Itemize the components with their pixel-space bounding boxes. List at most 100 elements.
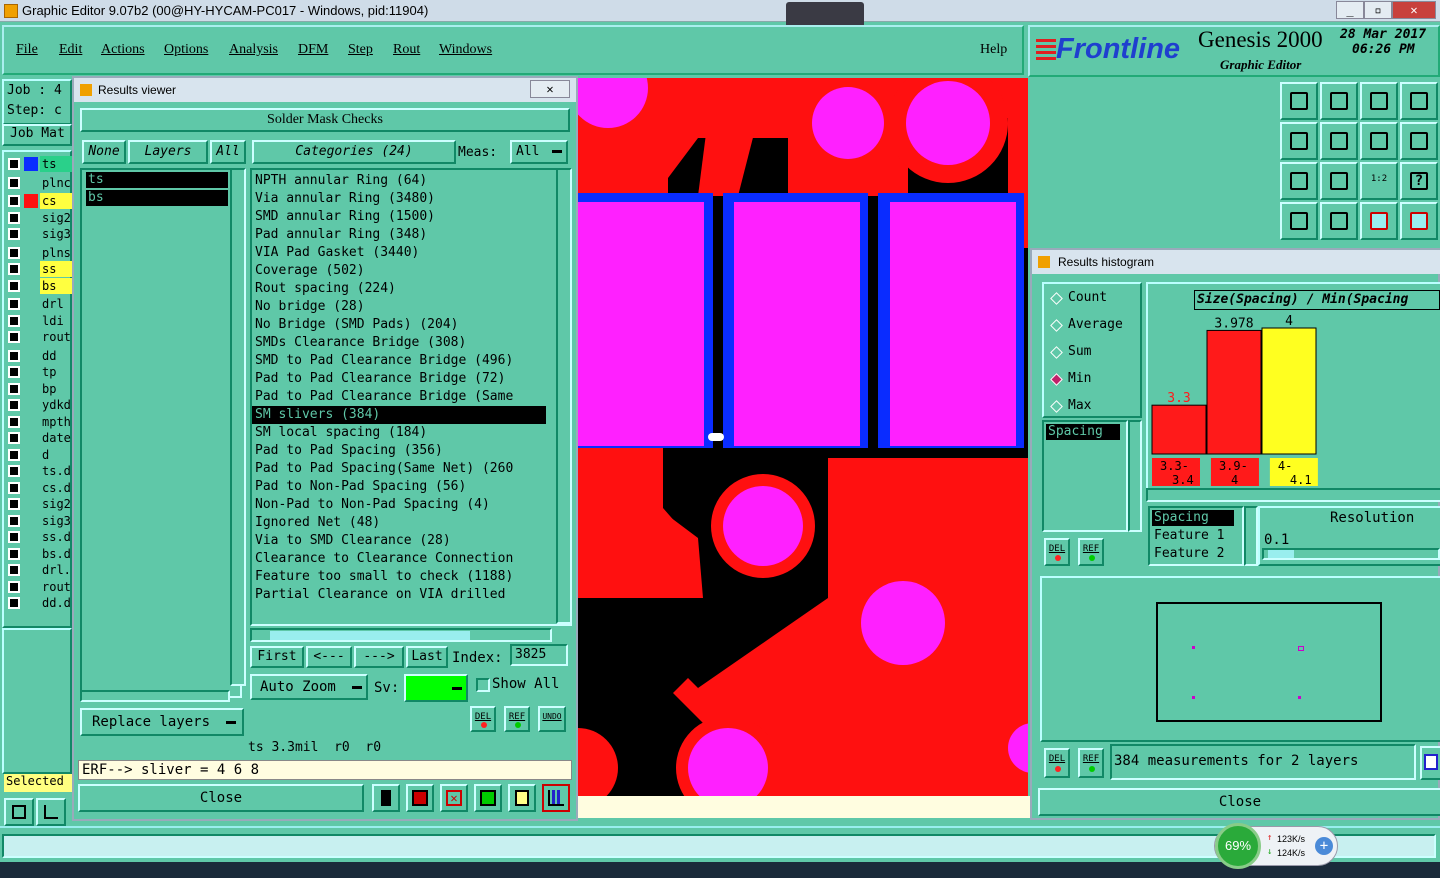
histogram-bar[interactable]	[1206, 329, 1262, 455]
none-button[interactable]: None	[82, 140, 126, 164]
home-button[interactable]	[1280, 82, 1318, 120]
layer-checkbox[interactable]	[8, 564, 20, 576]
layer-checkbox[interactable]	[8, 415, 20, 428]
layer-row-9[interactable]: ldi	[6, 313, 70, 329]
layer-checkbox[interactable]	[8, 298, 20, 310]
close-window-button[interactable]: ✕	[1392, 1, 1436, 19]
next-button[interactable]: --->	[354, 646, 404, 668]
layer-checkbox[interactable]	[8, 279, 20, 292]
cycle-button[interactable]	[1400, 122, 1438, 160]
layer-checkbox[interactable]	[8, 158, 20, 170]
category-item[interactable]: Pad to Pad Spacing(Same Net) (260	[252, 460, 546, 478]
layer-checkbox[interactable]	[8, 176, 20, 189]
last-button[interactable]: Last	[406, 646, 448, 668]
settings-button[interactable]	[1280, 202, 1318, 240]
mode-radio-count[interactable]: Count	[1048, 290, 1138, 308]
pcb-canvas[interactable]	[578, 78, 1028, 796]
layer-checkbox[interactable]	[8, 382, 20, 395]
layer-row-13[interactable]: bp	[6, 381, 70, 397]
category-item[interactable]: SMD to Pad Clearance Bridge (496)	[252, 352, 546, 370]
center-button[interactable]	[1320, 162, 1358, 200]
layer-row-20[interactable]: sig2	[6, 496, 71, 512]
layer-list-item[interactable]: bs	[86, 190, 228, 206]
layer-checkbox[interactable]	[8, 498, 20, 510]
window-button[interactable]	[1400, 82, 1438, 120]
import-button[interactable]	[1280, 122, 1318, 160]
category-item[interactable]: Pad annular Ring (348)	[252, 226, 546, 244]
attr-list-vscroll[interactable]	[1244, 506, 1258, 566]
scale-button[interactable]: 1:2	[1360, 162, 1398, 200]
layer-checkbox[interactable]	[8, 211, 20, 224]
layer-list-vscroll[interactable]	[230, 168, 246, 686]
tool-button[interactable]	[1320, 202, 1358, 240]
layer-checkbox[interactable]	[8, 547, 20, 560]
category-item[interactable]: Pad to Pad Clearance Bridge (72)	[252, 370, 546, 388]
categories-hscroll[interactable]	[250, 628, 552, 642]
layer-checkbox[interactable]	[8, 514, 20, 527]
category-item[interactable]: Feature too small to check (1188)	[252, 568, 546, 586]
layer-list-item[interactable]: ts	[86, 172, 228, 188]
menu-step[interactable]: Step	[348, 42, 373, 58]
menu-options[interactable]: Options	[164, 42, 208, 58]
report-icon-button[interactable]	[508, 784, 536, 812]
hist-ref-button-2[interactable]: REF	[1078, 748, 1104, 778]
help-button[interactable]: ?	[1400, 162, 1438, 200]
layer-checkbox[interactable]	[8, 246, 20, 259]
meas-dropdown[interactable]: All	[510, 140, 568, 164]
category-item[interactable]: SMD annular Ring (1500)	[252, 208, 546, 226]
layer-row-6[interactable]: ss	[6, 261, 72, 277]
results-viewer-close-icon[interactable]: ✕	[530, 80, 570, 98]
mode-radio-min[interactable]: Min	[1048, 371, 1138, 389]
layer-row-24[interactable]: drl.	[6, 562, 71, 578]
category-item[interactable]: SM local spacing (184)	[252, 424, 546, 442]
resolution-slider[interactable]	[1262, 548, 1440, 560]
menu-file[interactable]: File	[16, 42, 38, 58]
category-item[interactable]: No Bridge (SMD Pads) (204)	[252, 316, 546, 334]
undo-button[interactable]: UNDO	[538, 706, 566, 732]
category-item[interactable]: Via to SMD Clearance (28)	[252, 532, 546, 550]
menu-analysis[interactable]: Analysis	[229, 42, 278, 58]
category-item[interactable]: Rout spacing (224)	[252, 280, 546, 298]
layers-red-button[interactable]	[1400, 202, 1438, 240]
category-item[interactable]: Pad to Non-Pad Spacing (56)	[252, 478, 546, 496]
category-item[interactable]: Via annular Ring (3480)	[252, 190, 546, 208]
fit-button[interactable]	[1280, 162, 1318, 200]
layer-row-23[interactable]: bs.d	[6, 546, 71, 562]
layer-row-18[interactable]: ts.d	[6, 463, 71, 479]
layers-button[interactable]	[1360, 202, 1398, 240]
layer-checkbox[interactable]	[8, 399, 20, 411]
categories-list[interactable]: NPTH annular Ring (64) Via annular Ring (…	[250, 168, 572, 626]
menu-dfm[interactable]: DFM	[298, 42, 328, 58]
layer-checkbox[interactable]	[8, 263, 20, 275]
house-button[interactable]	[1360, 82, 1398, 120]
measure-list[interactable]: Spacing	[1042, 420, 1128, 532]
layer-row-16[interactable]: date	[6, 430, 71, 446]
histogram-bar[interactable]	[1151, 404, 1207, 455]
layer-checkbox[interactable]	[8, 531, 20, 543]
layer-row-3[interactable]: sig2	[6, 210, 71, 226]
hist-del-button[interactable]: DEL	[1044, 538, 1070, 566]
attr-list-item[interactable]: Feature 2	[1152, 546, 1234, 562]
menu-actions[interactable]: Actions	[101, 42, 145, 58]
category-item[interactable]: Coverage (502)	[252, 262, 546, 280]
auto-zoom-dropdown[interactable]: Auto Zoom	[250, 674, 368, 700]
attr-list-item[interactable]: Feature 1	[1152, 528, 1234, 544]
delete-marker-icon-button[interactable]: ✕	[440, 784, 468, 812]
layer-row-1[interactable]: plnc	[6, 175, 71, 191]
layer-checkbox[interactable]	[8, 432, 20, 444]
show-feature-icon-button[interactable]	[372, 784, 400, 812]
layer-checkbox[interactable]	[8, 448, 20, 461]
minimize-button[interactable]: _	[1336, 1, 1364, 19]
ref-button[interactable]: REF	[504, 706, 530, 732]
histogram-bar[interactable]	[1261, 327, 1317, 455]
menu-edit[interactable]: Edit	[59, 42, 82, 58]
hist-del-button-2[interactable]: DEL	[1044, 748, 1070, 778]
layer-row-17[interactable]: d	[6, 447, 70, 463]
green-box-icon-button[interactable]	[474, 784, 502, 812]
layer-row-19[interactable]: cs.d	[6, 480, 71, 496]
mode-radio-average[interactable]: Average	[1048, 317, 1138, 335]
hist-close-button[interactable]: Close	[1038, 788, 1440, 816]
attr-list[interactable]: Spacing Feature 1 Feature 2	[1148, 506, 1244, 566]
layer-row-21[interactable]: sig3	[6, 513, 71, 529]
layer-select-list[interactable]: ts bs	[80, 168, 242, 698]
